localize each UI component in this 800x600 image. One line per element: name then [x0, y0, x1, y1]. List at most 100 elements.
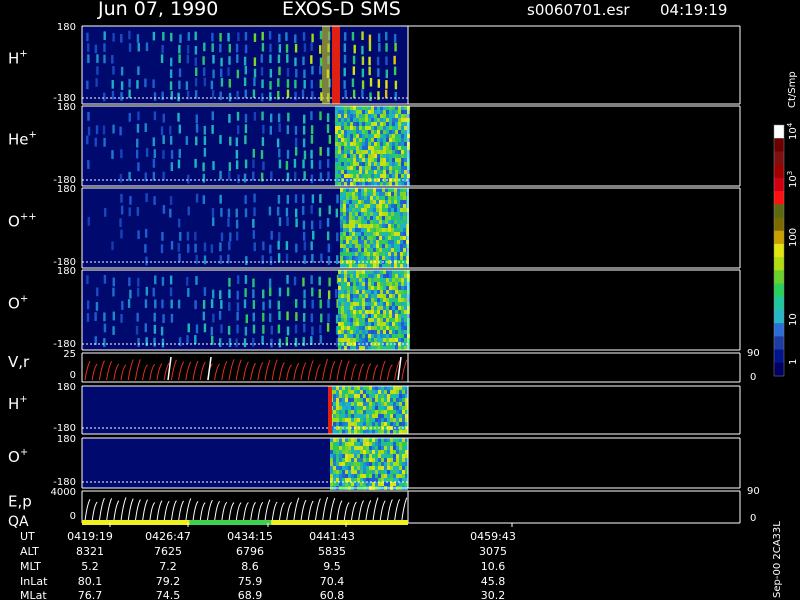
- tick-label: 0: [70, 511, 76, 522]
- spectrogram-cell: [377, 290, 380, 294]
- spectrogram-cell: [302, 231, 306, 241]
- spectrogram-cell: [387, 478, 390, 482]
- ephemeris-cell: 0419:19: [67, 530, 113, 543]
- spectrogram-cell: [103, 31, 106, 40]
- spectrogram-cell: [387, 474, 390, 478]
- spectrogram-cell: [356, 290, 359, 294]
- spectrogram-cell: [401, 290, 404, 294]
- spectrogram-cell: [368, 310, 371, 314]
- spectrogram-cell: [244, 65, 248, 75]
- spectrogram-cell: [347, 338, 350, 342]
- spectrogram-cell: [391, 240, 394, 244]
- spectrogram-cell: [368, 138, 371, 142]
- spectrogram-cell: [378, 442, 381, 446]
- spectrogram-cell: [369, 458, 372, 462]
- spectrogram-cell: [348, 466, 351, 470]
- spectrogram-cell: [383, 330, 386, 334]
- spectrogram-cell: [360, 418, 363, 422]
- spectrogram-cell: [386, 142, 389, 146]
- spectrogram-cell: [341, 334, 344, 338]
- spectrogram-cell: [373, 264, 376, 268]
- spectrogram-cell: [359, 170, 362, 174]
- spectrogram-cell: [377, 326, 380, 330]
- spectrogram-cell: [350, 150, 353, 154]
- spectrogram-cell: [347, 290, 350, 294]
- spectrogram-cell: [370, 264, 373, 268]
- spectrogram-cell: [397, 216, 400, 220]
- spectrogram-cell: [392, 302, 395, 306]
- spectrogram-cell: [350, 314, 353, 318]
- spectrogram-cell: [341, 118, 344, 122]
- spectrogram-cell: [236, 275, 240, 285]
- spectrogram-cell: [212, 69, 215, 79]
- spectrogram-cell: [294, 171, 297, 181]
- spectrogram-cell: [363, 442, 366, 446]
- spectrogram-cell: [389, 182, 392, 186]
- spectrogram-cell: [161, 232, 164, 241]
- spectrogram-cell: [371, 286, 374, 290]
- spectrogram-cell: [368, 322, 371, 326]
- spectrogram-cell: [397, 200, 400, 204]
- spectrogram-cell: [385, 232, 388, 236]
- spectrogram-cell: [359, 290, 362, 294]
- spectrogram-cell: [386, 338, 389, 342]
- spectrogram-cell: [120, 34, 123, 43]
- spectrogram-cell: [104, 207, 107, 217]
- spectrogram-cell: [342, 390, 345, 394]
- spectrogram-cell: [367, 252, 370, 256]
- spectrogram-cell: [356, 298, 359, 302]
- spectrogram-cell: [194, 335, 197, 344]
- spectrogram-cell: [333, 418, 336, 422]
- colorbar-tick-label: 1: [788, 359, 799, 365]
- spectrogram-cell: [396, 390, 399, 394]
- spectrogram-cell: [366, 386, 369, 390]
- spectrogram-cell: [374, 162, 377, 166]
- spectrogram-cell: [343, 240, 346, 244]
- spectrogram-cell: [386, 150, 389, 154]
- spectrogram-cell: [401, 322, 404, 326]
- spectrogram-cell: [169, 135, 173, 145]
- spectrogram-cell: [369, 446, 372, 450]
- spectrogram-cell: [378, 446, 381, 450]
- spectrogram-cell: [392, 286, 395, 290]
- spectrogram-cell: [395, 110, 398, 114]
- spectrogram-cell: [398, 170, 401, 174]
- spectrogram-cell: [379, 192, 382, 196]
- spectrogram-cell: [212, 313, 215, 323]
- spectrogram-cell: [383, 166, 386, 170]
- spectrogram-cell: [374, 182, 377, 186]
- spectrogram-cell: [343, 252, 346, 256]
- spectrogram-cell: [380, 294, 383, 298]
- spectrogram-cell: [341, 270, 344, 274]
- spectrogram-cell: [345, 470, 348, 474]
- spectrogram-cell: [404, 134, 407, 138]
- spectrogram-cell: [385, 216, 388, 220]
- spectrogram-cell: [350, 346, 353, 350]
- spectrogram-cell: [398, 122, 401, 126]
- spectrogram-cell: [391, 208, 394, 212]
- header-file: s0060701.esr: [527, 1, 630, 19]
- spectrogram-cell: [379, 228, 382, 232]
- spectrogram-cell: [318, 207, 322, 217]
- spectrogram-cell: [346, 264, 349, 268]
- spectrogram-cell: [381, 390, 384, 394]
- spectrogram-cell: [403, 220, 406, 224]
- spectrogram-cell: [363, 394, 366, 398]
- spectrogram-cell: [350, 306, 353, 310]
- spectrogram-cell: [136, 287, 140, 297]
- spectrogram-cell: [227, 218, 230, 227]
- spectrogram-cell: [368, 154, 371, 158]
- spectrogram-cell: [338, 138, 341, 142]
- spectrogram-cell: [361, 212, 364, 216]
- spectrogram-cell: [352, 204, 355, 208]
- spectrogram-cell: [378, 418, 381, 422]
- spectrogram-cell: [345, 394, 348, 398]
- spectrogram-cell: [364, 252, 367, 256]
- spectrogram-cell: [371, 142, 374, 146]
- spectrogram-cell: [144, 244, 147, 253]
- spectrogram-cell: [401, 122, 404, 126]
- spectrogram-cell: [243, 299, 247, 309]
- spectrogram-cell: [341, 114, 344, 118]
- spectrogram-cell: [94, 44, 98, 54]
- spectrogram-cell: [392, 146, 395, 150]
